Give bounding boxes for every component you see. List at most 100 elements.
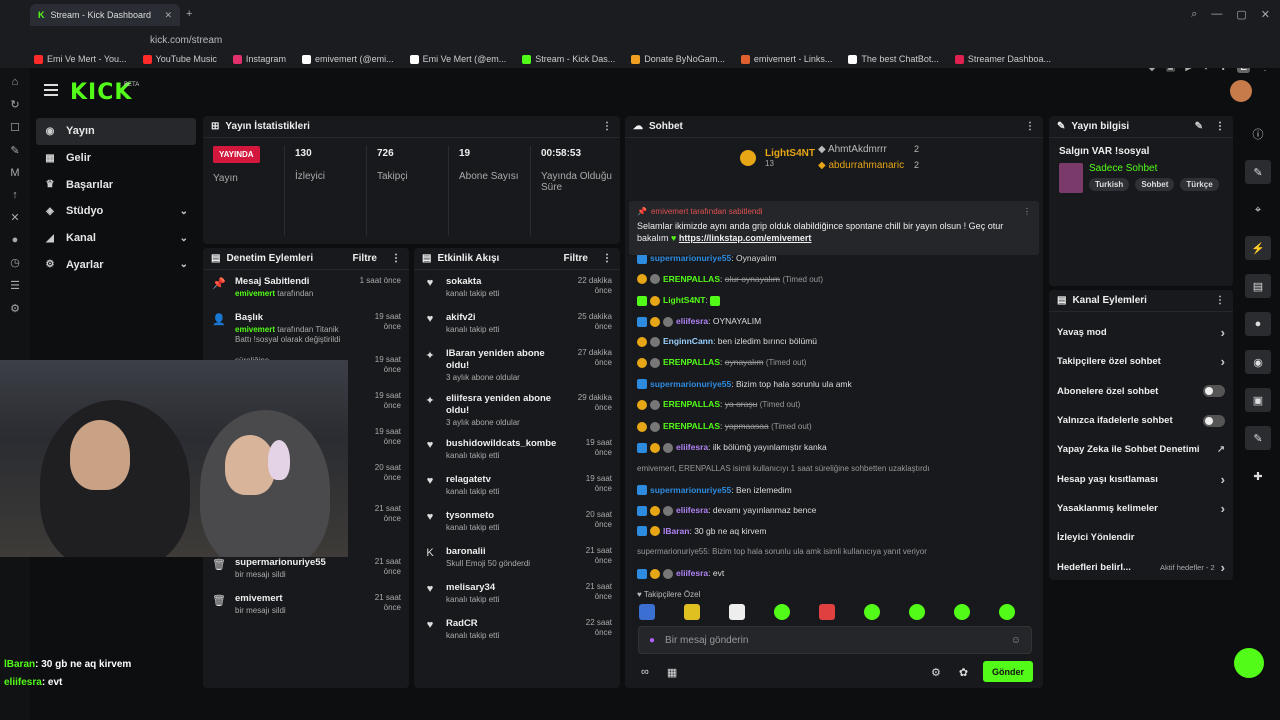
- bookmark-icon[interactable]: ☐: [10, 121, 20, 134]
- chat-username[interactable]: EnginnCann: [663, 336, 713, 346]
- more-icon[interactable]: ⋮: [602, 121, 612, 132]
- close-window-icon[interactable]: ✕: [1261, 8, 1270, 21]
- minimize-icon[interactable]: —: [1211, 8, 1222, 21]
- leader-1[interactable]: LightS4NT 13: [740, 148, 815, 168]
- leader-2[interactable]: ◆ AhmtAkdmrrr: [818, 144, 887, 155]
- layout-icon[interactable]: ▣: [1245, 388, 1271, 412]
- emote-icon[interactable]: [999, 604, 1015, 620]
- bookmark-item[interactable]: Streamer Dashboa...: [954, 54, 1051, 64]
- chat-username[interactable]: eliifesra: [676, 316, 708, 326]
- chat-username[interactable]: lBaran: [663, 526, 689, 536]
- pinned-message[interactable]: 📌 emivemert tarafından sabitlendi ⋮ Sela…: [629, 201, 1039, 255]
- new-tab-icon[interactable]: +: [186, 8, 192, 20]
- address-bar[interactable]: kick.com/stream ◆ ▣ ▶ ♥ ✚ E ⋮: [0, 30, 1280, 73]
- channel-action-item[interactable]: Yavaş mod ›: [1049, 318, 1233, 347]
- emote-icon[interactable]: [954, 604, 970, 620]
- puzzle-icon[interactable]: ✚: [1245, 464, 1271, 488]
- chat-username[interactable]: ERENPALLAS: [663, 399, 720, 409]
- more-icon[interactable]: ⋮: [1215, 295, 1225, 306]
- chat-icon[interactable]: ☰: [10, 279, 20, 292]
- user-avatar[interactable]: [1230, 80, 1252, 102]
- wrench-icon[interactable]: ✎: [1245, 426, 1271, 450]
- activity-title[interactable]: sokakta: [446, 276, 560, 288]
- x-icon[interactable]: ✕: [10, 211, 19, 224]
- emote-icon[interactable]: [639, 604, 655, 620]
- moderation-user[interactable]: emivemert: [235, 325, 275, 334]
- bookmark-item[interactable]: emivemert - Links...: [740, 54, 832, 64]
- tag-pill[interactable]: Türkçe: [1180, 178, 1219, 191]
- close-tab-icon[interactable]: ✕: [164, 10, 172, 21]
- nav-item-2[interactable]: ▦ Gelir: [36, 145, 196, 172]
- nav-item-4[interactable]: ◈ Stüdyo ⌄: [36, 198, 196, 225]
- chat-username[interactable]: ERENPALLAS: [663, 357, 720, 367]
- nav-item-1[interactable]: ◉ Yayın: [36, 118, 196, 145]
- bookmark-item[interactable]: YouTube Music: [142, 54, 217, 64]
- emote-icon[interactable]: [864, 604, 880, 620]
- chat-username[interactable]: eliifesra: [676, 442, 708, 452]
- activity-title[interactable]: akifv2i: [446, 312, 560, 324]
- maximize-icon[interactable]: ▢: [1236, 8, 1246, 21]
- bookmark-item[interactable]: Emi Ve Mert (@em...: [409, 54, 506, 64]
- activity-title[interactable]: lBaran yeniden abone oldu!: [446, 348, 560, 372]
- gift-icon[interactable]: ✿: [959, 666, 968, 679]
- channel-action-item[interactable]: Takipçilere özel sohbet ›: [1049, 347, 1233, 376]
- channel-action-item[interactable]: Yapay Zeka ile Sohbet Denetimi ↗: [1049, 435, 1233, 464]
- clock-icon[interactable]: ◷: [10, 256, 20, 269]
- document-icon[interactable]: ▤: [1245, 274, 1271, 298]
- pencil-icon[interactable]: ✎: [1245, 160, 1271, 184]
- dot-icon[interactable]: ●: [12, 234, 19, 246]
- bookmark-item[interactable]: emivemert (@emi...: [301, 54, 394, 64]
- browser-tab[interactable]: K Stream - Kick Dashboard ✕: [30, 4, 180, 26]
- infinity-icon[interactable]: ∞: [641, 666, 649, 679]
- bookmark-item[interactable]: Emi Ve Mert - You...: [34, 54, 127, 64]
- mic-icon[interactable]: ●: [649, 635, 655, 646]
- note-icon[interactable]: ✎: [10, 144, 19, 157]
- more-icon[interactable]: ⋮: [391, 253, 401, 264]
- activity-title[interactable]: relagatetv: [446, 474, 560, 486]
- chat-username[interactable]: supermarionuriye55: [650, 379, 731, 389]
- nav-item-6[interactable]: ⚙ Ayarlar ⌄: [36, 251, 196, 278]
- more-icon[interactable]: ⋮: [1215, 121, 1225, 132]
- m-icon[interactable]: M: [10, 167, 19, 179]
- support-fab-icon[interactable]: [1234, 648, 1264, 678]
- gear-icon[interactable]: ⚙: [931, 666, 941, 679]
- emoji-icon[interactable]: ☺: [1011, 635, 1021, 646]
- chat-username[interactable]: eliifesra: [676, 568, 708, 578]
- focus-icon[interactable]: ⌖: [1245, 198, 1271, 222]
- channel-action-item[interactable]: Yasaklanmış kelimeler ›: [1049, 494, 1233, 523]
- toggle-switch[interactable]: [1203, 414, 1225, 427]
- activity-title[interactable]: tysonmeto: [446, 510, 560, 522]
- chat-username[interactable]: ERENPALLAS: [663, 421, 720, 431]
- send-button[interactable]: Gönder: [983, 661, 1033, 682]
- chat-username[interactable]: supermarionuriye55: [650, 485, 731, 495]
- emote-icon[interactable]: [909, 604, 925, 620]
- edit-icon[interactable]: ✎: [1195, 121, 1203, 132]
- activity-title[interactable]: baronalii: [446, 546, 560, 558]
- search-icon[interactable]: ⌕: [1191, 8, 1197, 21]
- emote-icon[interactable]: [684, 604, 700, 620]
- channel-action-item[interactable]: İzleyici Yönlendir: [1049, 523, 1233, 552]
- toggle-switch[interactable]: [1203, 385, 1225, 398]
- arrow-icon[interactable]: ↑: [12, 189, 18, 201]
- history-icon[interactable]: ↻: [10, 98, 19, 111]
- emote-icon[interactable]: [729, 604, 745, 620]
- moderation-user[interactable]: emivemert: [235, 289, 275, 298]
- activity-title[interactable]: melisary34: [446, 582, 560, 594]
- tag-pill[interactable]: Turkish: [1089, 178, 1130, 191]
- pinned-link[interactable]: https://linkstap.com/emivemert: [679, 233, 812, 243]
- more-icon[interactable]: ⋮: [602, 253, 612, 264]
- store-icon[interactable]: ▦: [667, 666, 677, 679]
- bookmark-item[interactable]: Instagram: [232, 54, 286, 64]
- bookmark-item[interactable]: Donate ByNoGam...: [631, 54, 725, 64]
- filter-button[interactable]: Filtre: [353, 253, 377, 264]
- unpin-icon[interactable]: ⋮: [1023, 207, 1031, 216]
- home-icon[interactable]: ⌂: [12, 76, 19, 88]
- nav-item-3[interactable]: ♛ Başarılar: [36, 171, 196, 198]
- hamburger-menu-icon[interactable]: [44, 84, 58, 96]
- chat-username[interactable]: LightS4NT: [663, 295, 706, 305]
- activity-title[interactable]: eliifesra yeniden abone oldu!: [446, 393, 560, 417]
- tag-pill[interactable]: Sohbet: [1135, 178, 1175, 191]
- bookmark-item[interactable]: Stream - Kick Das...: [522, 54, 615, 64]
- filter-button[interactable]: Filtre: [564, 253, 588, 264]
- chat-username[interactable]: eliifesra: [676, 505, 708, 515]
